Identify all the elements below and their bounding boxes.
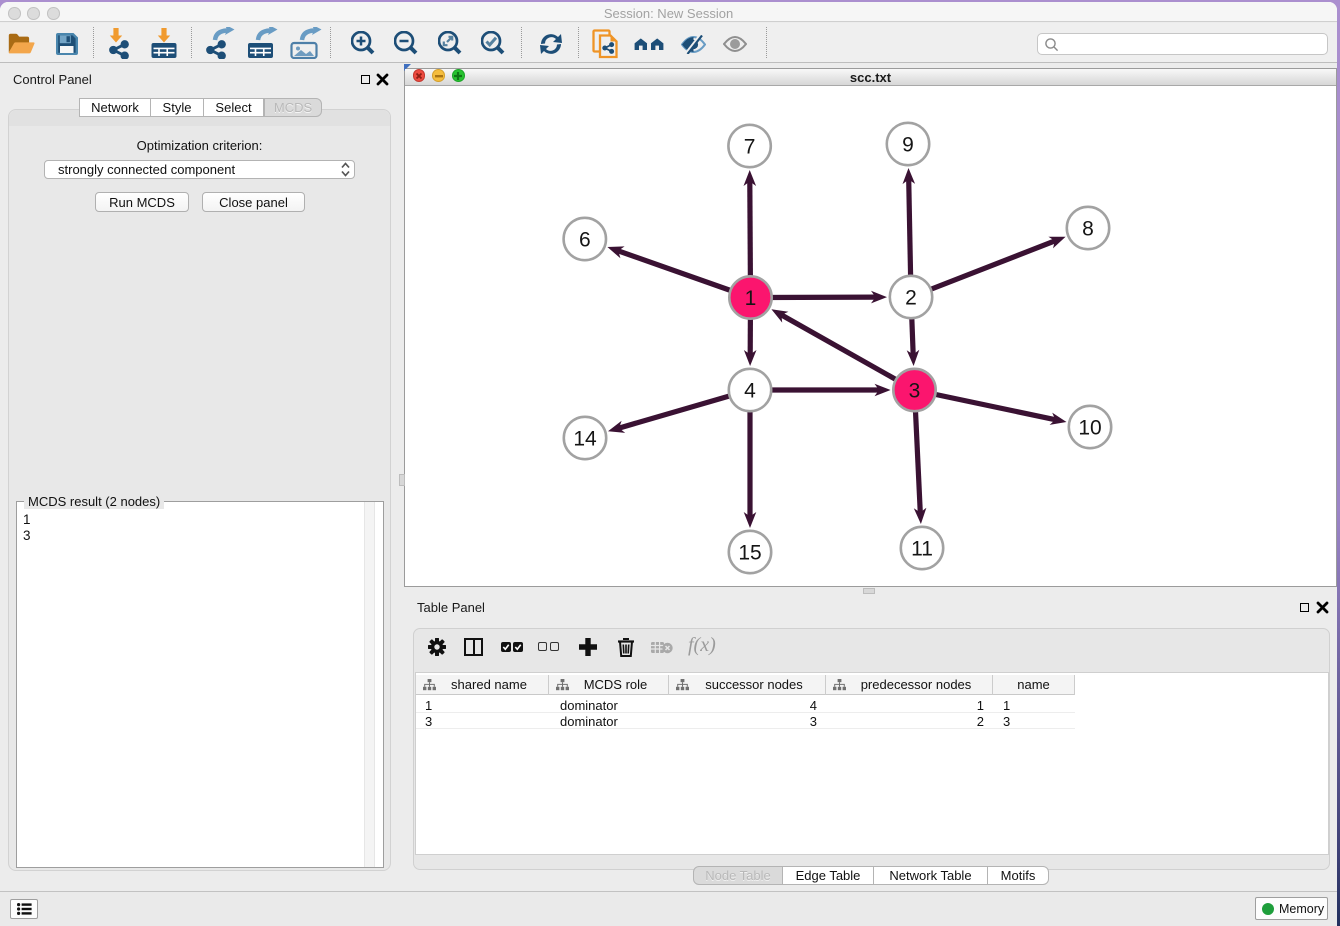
svg-text:14: 14: [573, 427, 597, 450]
svg-text:6: 6: [579, 228, 591, 251]
svg-text:3: 3: [909, 379, 921, 402]
svg-text:2: 2: [905, 286, 917, 309]
svg-text:1: 1: [745, 287, 757, 310]
svg-text:9: 9: [902, 133, 914, 156]
svg-text:15: 15: [738, 541, 761, 564]
svg-text:4: 4: [744, 379, 756, 402]
svg-text:11: 11: [911, 537, 933, 560]
svg-text:8: 8: [1082, 217, 1094, 240]
svg-text:10: 10: [1078, 416, 1101, 439]
svg-text:7: 7: [744, 135, 756, 158]
